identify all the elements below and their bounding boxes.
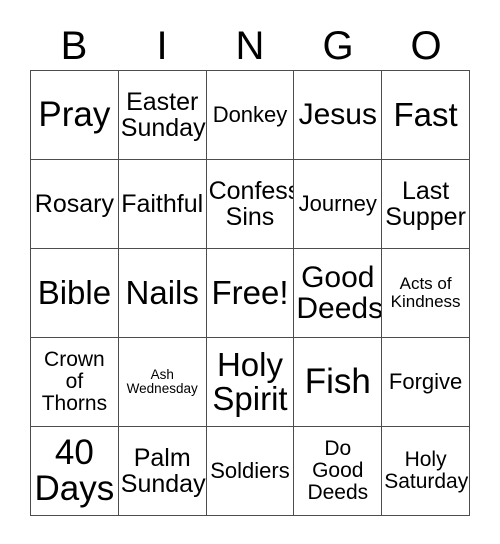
bingo-header-letter-n: N [235,24,265,68]
bingo-square-bible[interactable]: Bible [31,249,119,338]
bingo-square-soldiers[interactable]: Soldiers [206,427,295,516]
bingo-square-label: Fast [393,95,458,133]
bingo-square-label: Journey [298,190,377,216]
bingo-square-donkey[interactable]: Donkey [206,71,295,160]
bingo-header-letter-o: O [410,24,442,68]
bingo-header-row: BINGO [30,22,470,70]
bingo-square-faithful[interactable]: Faithful [118,160,207,249]
bingo-square-confess-sins[interactable]: Confess Sins [206,160,295,249]
bingo-square-label: Acts of Kindness [390,274,461,311]
bingo-header-letter-b: B [60,24,88,68]
bingo-square-easter-sunday[interactable]: Easter Sunday [118,71,207,160]
bingo-square-label: Ash Wednesday [126,366,198,396]
bingo-square-label: Free! [211,273,289,311]
bingo-square-nails[interactable]: Nails [118,249,207,338]
bingo-grid: Pray Easter Sunday Donkey Jesus Fast Rosary Fa… [30,70,470,516]
bingo-square-holy-spirit[interactable]: Holy Spirit [206,338,295,427]
bingo-square-label: Do Good Deeds [307,437,369,504]
bingo-square-palm-sunday[interactable]: Palm Sunday [118,427,207,516]
bingo-square-label: Confess Sins [208,177,295,231]
bingo-square-label: Easter Sunday [120,88,206,142]
bingo-square-label: Crown of Thorns [41,348,108,415]
bingo-square-free[interactable]: Free! [206,249,295,338]
bingo-square-label: Palm Sunday [120,444,206,498]
bingo-square-last-supper[interactable]: Last Supper [382,160,470,249]
bingo-header-letter-g: G [322,24,354,68]
bingo-square-label: Bible [37,273,112,311]
bingo-square-label: Jesus [298,98,377,132]
bingo-square-acts-of-kindness[interactable]: Acts of Kindness [382,249,470,338]
bingo-square-fish[interactable]: Fish [294,338,383,427]
bingo-square-label: Rosary [34,190,114,218]
bingo-square-jesus[interactable]: Jesus [294,71,383,160]
bingo-square-forgive[interactable]: Forgive [382,338,470,427]
bingo-square-label: Forgive [388,368,463,394]
bingo-square-40-days[interactable]: 40 Days [31,427,119,516]
bingo-square-label: Pray [38,94,111,134]
bingo-square-label: Fish [304,361,371,401]
bingo-card: B I N G O Pray Easter Sunday Donkey Jesus Fast Ro… [0,0,500,544]
bingo-square-crown-of-thorns[interactable]: Crown of Thorns [31,338,119,427]
bingo-square-label: 40 Days [34,432,115,508]
bingo-square-fast[interactable]: Fast [382,71,470,160]
bingo-square-pray[interactable]: Pray [31,71,119,160]
bingo-square-label: Holy Spirit [212,345,288,417]
bingo-square-label: Last Supper [385,177,466,231]
bingo-square-label: Faithful [121,190,204,218]
bingo-header-letter-i: I [156,24,168,68]
bingo-square-good-deeds[interactable]: Good Deeds [294,249,383,338]
bingo-square-label: Donkey [212,101,288,127]
bingo-square-do-good-deeds[interactable]: Do Good Deeds [294,427,383,516]
bingo-square-label: Nails [125,273,199,311]
bingo-square-label: Soldiers [210,457,290,483]
bingo-square-holy-saturday[interactable]: Holy Saturday [382,427,470,516]
bingo-square-label: Holy Saturday [384,448,469,493]
bingo-square-journey[interactable]: Journey [294,160,383,249]
bingo-square-rosary[interactable]: Rosary [31,160,119,249]
bingo-square-label: Good Deeds [296,260,383,325]
bingo-square-ash-wednesday[interactable]: Ash Wednesday [118,338,207,427]
